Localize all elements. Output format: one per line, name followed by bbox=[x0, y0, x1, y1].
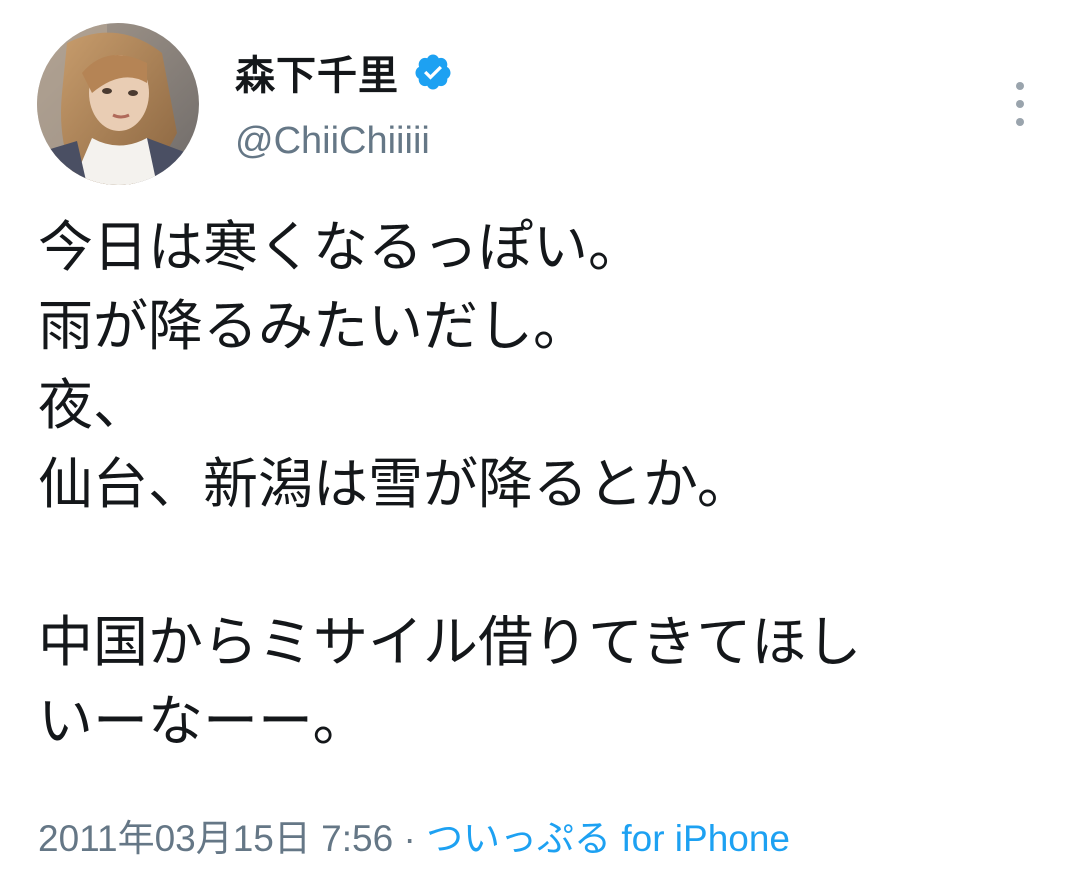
tweet-card: 森下千里 @ChiiChiiiii 今日は寒くなるっぽい。 雨が降るみたいだし。… bbox=[0, 0, 1080, 894]
verified-badge-icon bbox=[413, 52, 453, 92]
meta-separator: · bbox=[403, 818, 416, 859]
tweet-timestamp[interactable]: 2011年03月15日 7:56 bbox=[38, 818, 393, 859]
more-dot bbox=[1016, 100, 1024, 108]
tweet-meta: 2011年03月15日 7:56 · ついっぷる for iPhone bbox=[38, 808, 790, 862]
avatar-photo bbox=[37, 23, 199, 185]
tweet-line: いーなーー。 bbox=[38, 689, 368, 753]
avatar[interactable] bbox=[37, 23, 199, 185]
more-dot bbox=[1016, 118, 1024, 126]
tweet-line: 今日は寒くなるっぽい。 bbox=[38, 215, 644, 279]
user-handle[interactable]: @ChiiChiiiii bbox=[235, 120, 430, 163]
tweet-line: 夜、 bbox=[38, 373, 149, 437]
tweet-line: 雨が降るみたいだし。 bbox=[38, 294, 589, 358]
display-name[interactable]: 森下千里 bbox=[235, 43, 399, 101]
tweet-line: 仙台、新潟は雪が降るとか。 bbox=[38, 452, 752, 516]
more-vertical-icon[interactable] bbox=[1002, 82, 1038, 126]
display-name-row: 森下千里 bbox=[235, 44, 453, 100]
tweet-source-link[interactable]: ついっぷる for iPhone bbox=[426, 818, 790, 859]
tweet-text: 今日は寒くなるっぽい。 雨が降るみたいだし。 夜、 仙台、新潟は雪が降るとか。 … bbox=[38, 208, 1048, 761]
more-dot bbox=[1016, 82, 1024, 90]
tweet-line: 中国からミサイル借りてきてほし bbox=[38, 610, 862, 674]
